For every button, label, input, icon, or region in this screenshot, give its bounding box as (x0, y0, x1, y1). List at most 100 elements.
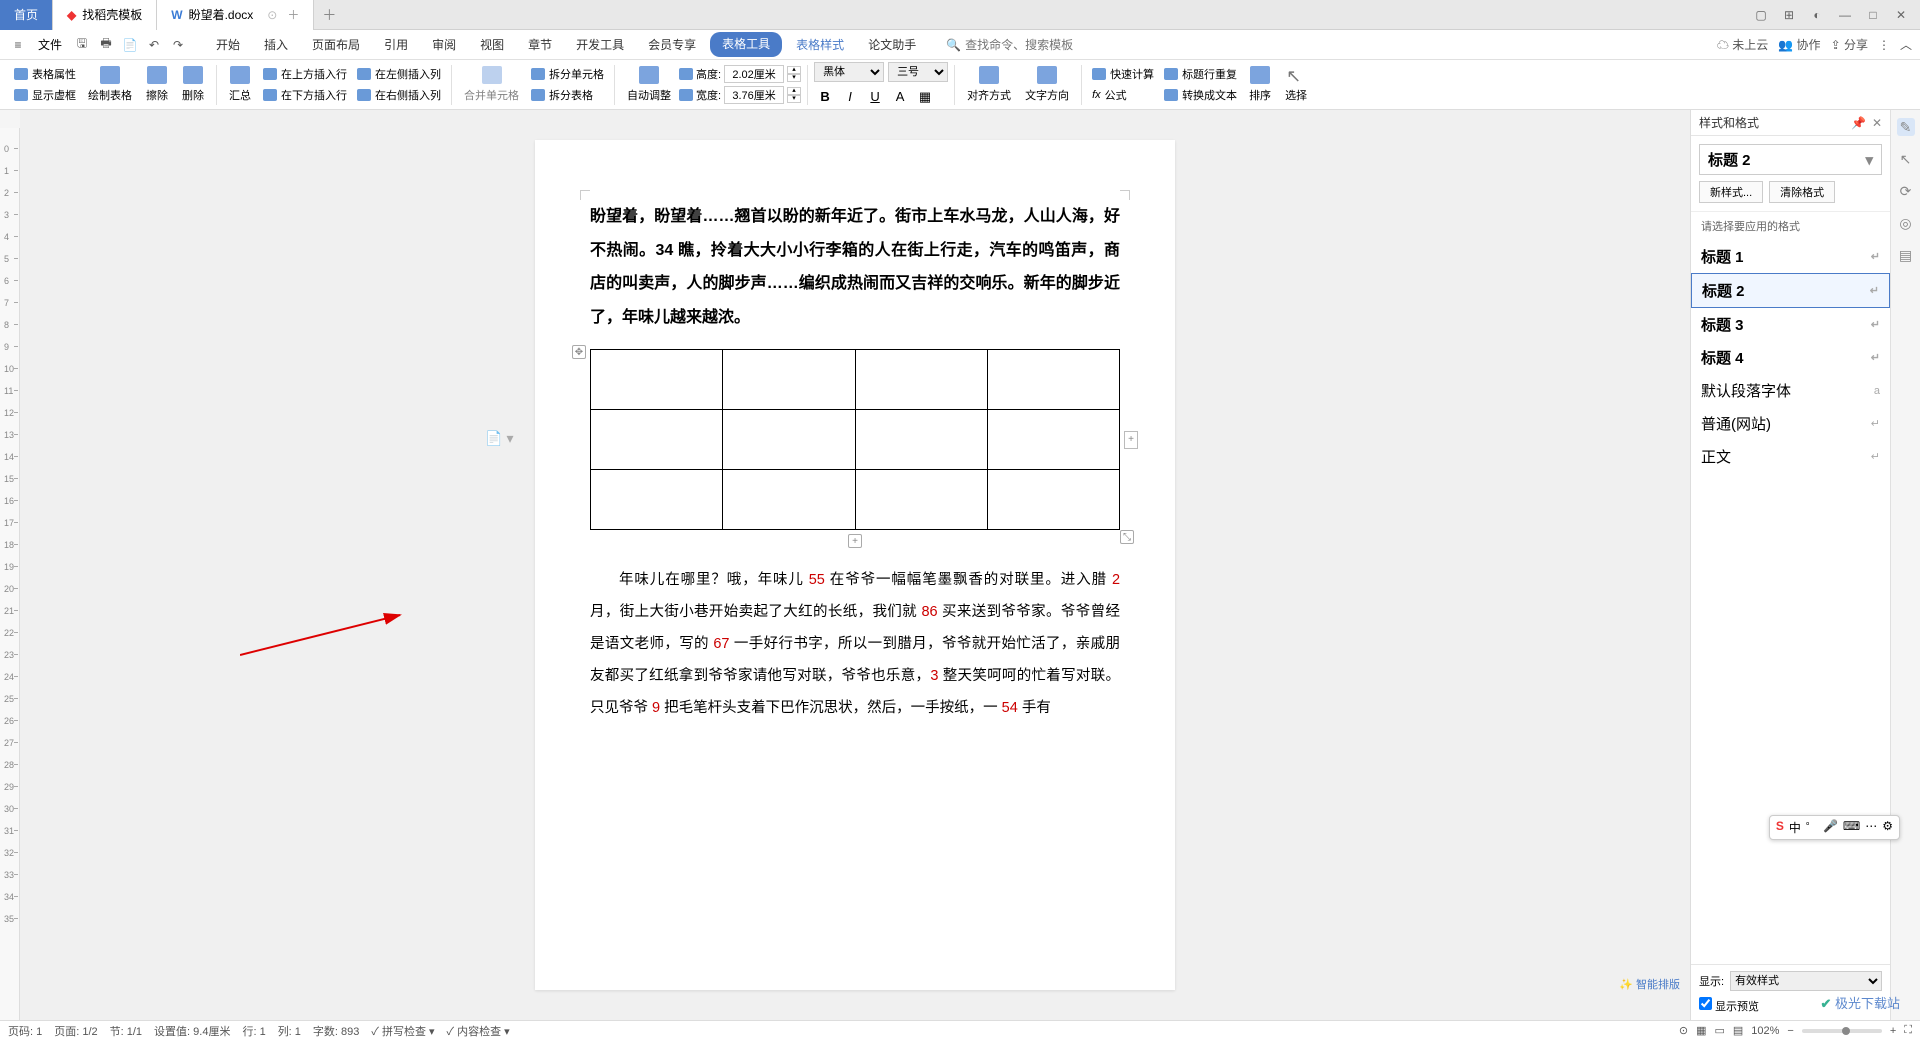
align-button[interactable]: 对齐方式 (961, 64, 1017, 105)
fullscreen-icon[interactable]: ⛶ (1904, 1024, 1912, 1037)
share-button[interactable]: ⇪ 分享 (1831, 36, 1868, 53)
status-section[interactable]: 节: 1/1 (110, 1023, 142, 1039)
menu-reference[interactable]: 引用 (374, 32, 418, 57)
ime-toolbar[interactable]: S 中 ゜ 🎤 ⌨ ⋯ ⚙ (1769, 815, 1900, 840)
status-pageno[interactable]: 页码: 1 (8, 1023, 42, 1039)
insert-left-button[interactable]: 在左侧插入列 (353, 65, 445, 83)
marker-icon[interactable]: ◎ (1897, 214, 1915, 232)
tab-home[interactable]: 首页 (0, 0, 53, 30)
paragraph-1[interactable]: 盼望着，盼望着……翘首以盼的新年近了。街市上车水马龙，人山人海，好不热闹。34 … (590, 200, 1120, 334)
tab-template[interactable]: ◆ 找稻壳模板 (53, 0, 157, 30)
new-tab-button[interactable]: ＋ (314, 0, 344, 30)
style-item-h4[interactable]: 标题 4↵ (1691, 341, 1890, 374)
panel-close-icon[interactable]: ✕ (1872, 116, 1882, 130)
pin-icon[interactable]: 📌 (1851, 116, 1866, 130)
delete-button[interactable]: 删除 (176, 64, 210, 105)
menu-tabletools[interactable]: 表格工具 (710, 32, 782, 57)
quick-calc-button[interactable]: 快速计算 (1088, 65, 1158, 83)
to-text-button[interactable]: 转换成文本 (1160, 86, 1241, 104)
print-icon[interactable]: 🖶 (96, 35, 116, 55)
document-table[interactable] (590, 349, 1120, 530)
menu-pagelayout[interactable]: 页面布局 (302, 32, 370, 57)
user-icon[interactable]: ◐ (1804, 4, 1830, 26)
menu-icon[interactable]: ≡ (8, 35, 28, 55)
collab-button[interactable]: 👥 协作 (1778, 36, 1820, 53)
repeat-header-button[interactable]: 标题行重复 (1160, 65, 1241, 83)
status-spell[interactable]: ✓ 拼写检查 ▾ (371, 1023, 434, 1039)
formula-button[interactable]: fx 公式 (1088, 86, 1158, 104)
zoom-slider[interactable] (1802, 1029, 1882, 1033)
fill-button[interactable]: ▦ (914, 86, 936, 108)
search-input[interactable] (965, 38, 1105, 52)
menu-review[interactable]: 审阅 (422, 32, 466, 57)
table-resize-handle[interactable]: ⤡ (1120, 530, 1134, 544)
bold-button[interactable]: B (814, 86, 836, 108)
doc-dropdown-icon[interactable]: ▾ (506, 430, 513, 447)
italic-button[interactable]: I (839, 86, 861, 108)
minimize-icon[interactable]: — (1832, 4, 1858, 26)
auto-adjust-button[interactable]: 自动调整 (621, 64, 677, 105)
menu-insert[interactable]: 插入 (254, 32, 298, 57)
tab-close-icon[interactable]: ＋ (287, 6, 299, 23)
split-cells-button[interactable]: 拆分单元格 (527, 65, 608, 83)
height-up[interactable]: ▴ (787, 66, 801, 74)
undo-icon[interactable]: ↶ (144, 35, 164, 55)
table-props-button[interactable]: 表格属性 (10, 65, 80, 83)
view-outline-icon[interactable]: ▤ (1733, 1024, 1743, 1037)
text-direction-button[interactable]: 文字方向 (1019, 64, 1075, 105)
clear-format-button[interactable]: 清除格式 (1769, 181, 1835, 203)
table-add-col-handle[interactable]: + (1124, 431, 1138, 449)
merge-cells-button[interactable]: 合并单元格 (458, 64, 525, 105)
menu-start[interactable]: 开始 (206, 32, 250, 57)
font-name-select[interactable]: 黑体 (814, 62, 884, 82)
document-area[interactable]: 📄▾ 盼望着，盼望着……翘首以盼的新年近了。街市上车水马龙，人山人海，好不热闹。… (20, 110, 1690, 1020)
col-width-input[interactable] (724, 86, 784, 104)
save-icon[interactable]: 🖫 (72, 35, 92, 55)
show-frame-button[interactable]: 显示虚框 (10, 86, 80, 104)
status-line[interactable]: 行: 1 (242, 1023, 265, 1039)
paragraph-2[interactable]: 年味儿在哪里？哦，年味儿 55 在爷爷一幅幅笔墨飘香的对联里。进入腊 2 月，街… (590, 565, 1120, 724)
status-chars[interactable]: 字数: 893 (313, 1023, 359, 1039)
ime-mic-icon[interactable]: 🎤 (1823, 819, 1838, 836)
ime-keyboard-icon[interactable]: ⌨ (1843, 819, 1860, 836)
status-page[interactable]: 页面: 1/2 (54, 1023, 97, 1039)
summary-button[interactable]: 汇总 (223, 64, 257, 105)
width-down[interactable]: ▾ (787, 95, 801, 103)
width-up[interactable]: ▴ (787, 87, 801, 95)
status-content[interactable]: ✓ 内容检查 ▾ (447, 1023, 510, 1039)
style-item-default[interactable]: 默认段落字体a (1691, 374, 1890, 407)
erase-button[interactable]: 擦除 (140, 64, 174, 105)
insert-below-button[interactable]: 在下方插入行 (259, 86, 351, 104)
cursor-icon[interactable]: ↖ (1897, 150, 1915, 168)
highlight-button[interactable]: A (889, 86, 911, 108)
insert-above-button[interactable]: 在上方插入行 (259, 65, 351, 83)
close-icon[interactable]: ✕ (1888, 4, 1914, 26)
refresh-icon[interactable]: ⟳ (1897, 182, 1915, 200)
layout-icon[interactable]: ▤ (1897, 246, 1915, 264)
apps-icon[interactable]: ⊞ (1776, 4, 1802, 26)
row-height-input[interactable] (724, 65, 784, 83)
maximize-icon[interactable]: □ (1860, 4, 1886, 26)
menu-devtools[interactable]: 开发工具 (566, 32, 634, 57)
height-down[interactable]: ▾ (787, 74, 801, 82)
table-add-row-handle[interactable]: + (848, 534, 862, 548)
show-select[interactable]: 有效样式 (1730, 971, 1882, 991)
style-item-normal-web[interactable]: 普通(网站)↵ (1691, 407, 1890, 440)
style-item-body[interactable]: 正文↵ (1691, 440, 1890, 473)
style-item-h1[interactable]: 标题 1↵ (1691, 240, 1890, 273)
file-menu[interactable]: 文件 (38, 36, 62, 53)
zoom-value[interactable]: 102% (1751, 1025, 1779, 1037)
view-icon1[interactable]: ⊙ (1679, 1024, 1688, 1037)
zoom-out-icon[interactable]: − (1787, 1025, 1793, 1037)
draw-table-button[interactable]: 绘制表格 (82, 64, 138, 105)
split-table-button[interactable]: 拆分表格 (527, 86, 608, 104)
menu-tablestyle[interactable]: 表格样式 (786, 32, 854, 57)
ime-punct[interactable]: ゜ (1806, 819, 1818, 836)
view-read-icon[interactable]: ▭ (1714, 1024, 1724, 1037)
menu-chapter[interactable]: 章节 (518, 32, 562, 57)
underline-button[interactable]: U (864, 86, 886, 108)
style-item-h3[interactable]: 标题 3↵ (1691, 308, 1890, 341)
status-position[interactable]: 设置值: 9.4厘米 (154, 1023, 230, 1039)
tab-document[interactable]: W 盼望着.docx ⊙ ＋ (157, 0, 314, 30)
view-page-icon[interactable]: ▦ (1696, 1024, 1706, 1037)
